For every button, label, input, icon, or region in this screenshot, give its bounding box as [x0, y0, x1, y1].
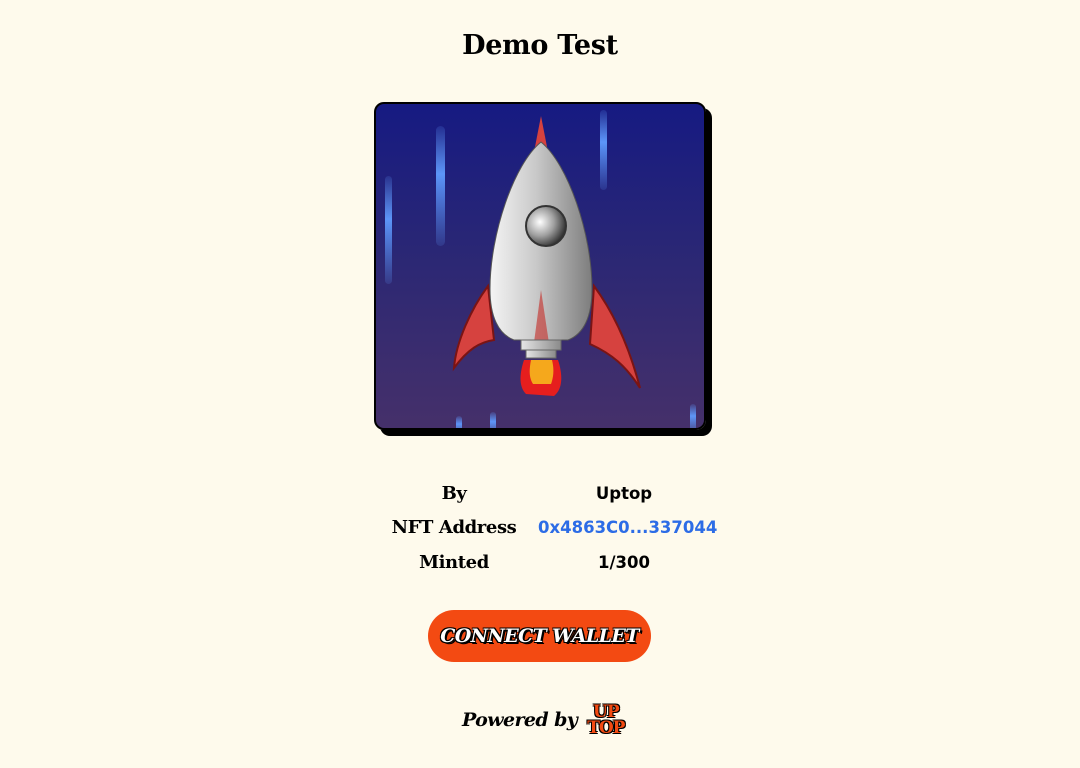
connect-wallet-label: CONNECT WALLET [440, 625, 639, 647]
speed-streak [690, 404, 696, 428]
minted-value: 1/300 [598, 552, 650, 572]
nft-address-link[interactable]: 0x4863C0...337044 [538, 518, 717, 537]
speed-streak [436, 126, 445, 246]
creator-label: By [441, 482, 467, 504]
info-row-nft-address: NFT Address 0x4863C0...337044 [370, 511, 718, 546]
connect-wallet-button[interactable]: CONNECT WALLET [428, 610, 651, 662]
speed-streak [490, 412, 496, 428]
speed-streak [385, 176, 392, 284]
creator-value: Uptop [595, 483, 653, 503]
speed-streak [456, 416, 462, 428]
nft-info-table: By Uptop NFT Address 0x4863C0...337044 M… [370, 476, 718, 580]
minted-label: Minted [419, 551, 489, 573]
info-row-minted: Minted 1/300 [370, 545, 710, 580]
nft-address-label: NFT Address [391, 517, 517, 539]
rocket-illustration [385, 110, 696, 428]
nft-artwork [374, 102, 706, 430]
page-title: Demo Test [462, 30, 618, 61]
uptop-logo: UP TOP [587, 704, 625, 738]
uptop-logo-line2: TOP [587, 718, 625, 738]
powered-by-label: Powered by [462, 709, 578, 731]
powered-by: Powered by UP TOP [462, 700, 625, 740]
speed-streak [600, 110, 607, 190]
info-row-creator: By Uptop [370, 476, 710, 511]
